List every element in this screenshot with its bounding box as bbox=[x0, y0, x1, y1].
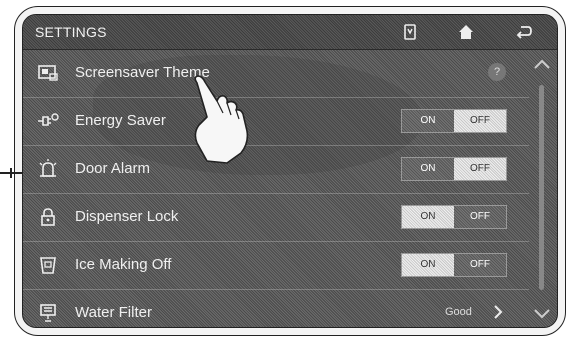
row-screensaver-theme[interactable]: Screensaver Theme ? bbox=[23, 49, 529, 98]
row-dispenser-lock[interactable]: Dispenser Lock ON OFF bbox=[23, 193, 529, 242]
alarm-icon bbox=[37, 158, 59, 180]
timer-icon[interactable] bbox=[399, 21, 421, 43]
chevron-right-icon[interactable] bbox=[491, 303, 505, 321]
ice-making-off-toggle[interactable]: ON OFF bbox=[401, 253, 507, 277]
toggle-off-option[interactable]: OFF bbox=[454, 254, 506, 276]
row-ice-making-off[interactable]: Ice Making Off ON OFF bbox=[23, 241, 529, 290]
lock-icon bbox=[37, 206, 59, 228]
top-bar: SETTINGS bbox=[23, 15, 557, 50]
energy-saver-toggle[interactable]: ON OFF bbox=[401, 109, 507, 133]
row-label: Dispenser Lock bbox=[75, 208, 179, 225]
plug-icon bbox=[37, 110, 59, 132]
filter-status-value: Good bbox=[445, 306, 472, 318]
callout-tick bbox=[10, 168, 12, 178]
toggle-off-option[interactable]: OFF bbox=[454, 110, 506, 132]
scroll-up-icon[interactable] bbox=[531, 55, 553, 73]
row-label: Energy Saver bbox=[75, 112, 166, 129]
page-title: SETTINGS bbox=[35, 24, 107, 40]
dispenser-lock-toggle[interactable]: ON OFF bbox=[401, 205, 507, 229]
row-water-filter[interactable]: Water Filter Good bbox=[23, 289, 529, 327]
row-door-alarm[interactable]: Door Alarm ON OFF bbox=[23, 145, 529, 194]
door-alarm-toggle[interactable]: ON OFF bbox=[401, 157, 507, 181]
toggle-on-option[interactable]: ON bbox=[402, 206, 454, 228]
row-label: Door Alarm bbox=[75, 160, 151, 177]
ice-bucket-icon bbox=[37, 254, 59, 276]
settings-screen: SETTINGS Screensaver Theme ? Energy Save… bbox=[22, 14, 558, 328]
row-label: Water Filter bbox=[75, 304, 152, 321]
toggle-on-option[interactable]: ON bbox=[402, 158, 454, 180]
back-icon[interactable] bbox=[513, 21, 535, 43]
toggle-off-option[interactable]: OFF bbox=[454, 206, 506, 228]
water-filter-icon bbox=[37, 302, 59, 324]
info-icon[interactable]: ? bbox=[488, 63, 506, 81]
scrollbar[interactable] bbox=[539, 85, 544, 290]
toggle-off-option[interactable]: OFF bbox=[454, 158, 506, 180]
home-icon[interactable] bbox=[455, 21, 477, 43]
hand-pointer-icon bbox=[194, 75, 249, 164]
scroll-down-icon[interactable] bbox=[531, 305, 553, 323]
row-label: Ice Making Off bbox=[75, 256, 172, 273]
toggle-on-option[interactable]: ON bbox=[402, 110, 454, 132]
toggle-on-option[interactable]: ON bbox=[402, 254, 454, 276]
row-energy-saver[interactable]: Energy Saver ON OFF bbox=[23, 97, 529, 146]
screen-icon bbox=[37, 62, 59, 84]
